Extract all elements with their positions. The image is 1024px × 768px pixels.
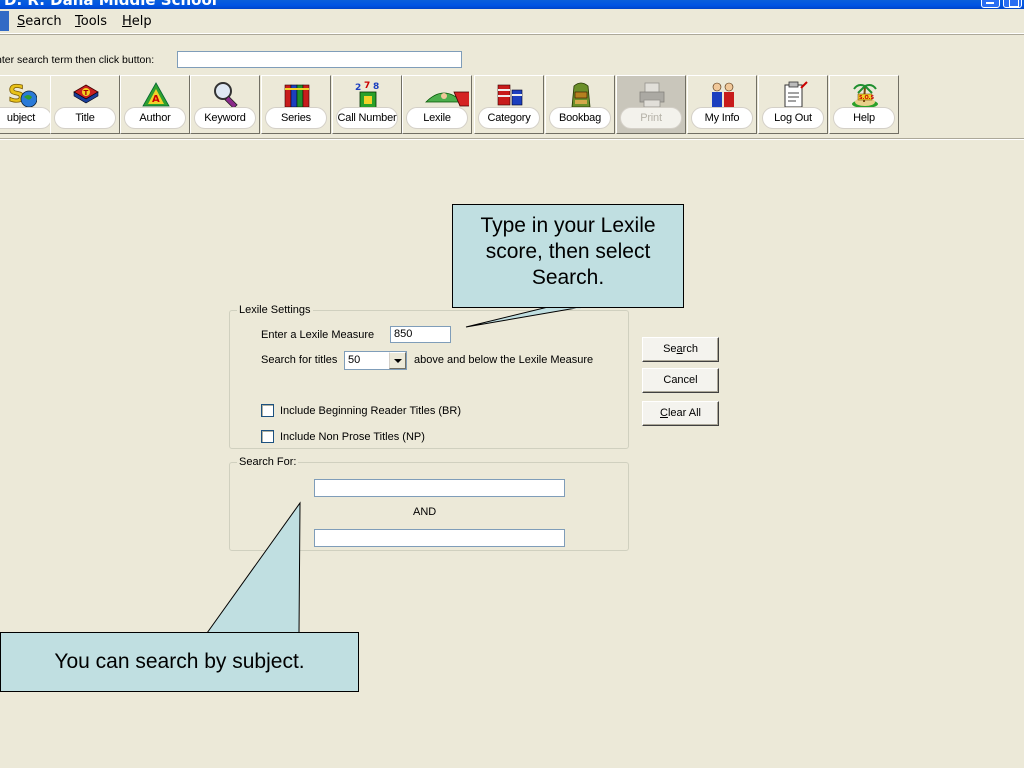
svg-text:T: T (84, 89, 89, 97)
toolbar-label: My Info (691, 107, 753, 129)
author-icon: A (142, 82, 170, 107)
toolbar-button-category[interactable]: Category (474, 75, 544, 134)
print-icon (639, 82, 665, 108)
search-term2-input[interactable] (314, 529, 565, 547)
toolbar-label: Lexile (406, 107, 468, 129)
series-icon (284, 84, 310, 108)
toolbar-button-title[interactable]: T Title (50, 75, 120, 134)
subject-icon: S (8, 80, 37, 108)
category-icon (497, 84, 523, 106)
lexile-range-value: 50 (348, 354, 361, 366)
lexile-callout: Type in your Lexile score, then select S… (452, 204, 684, 308)
lexile-icon (425, 91, 469, 107)
search-term1-input[interactable] (314, 479, 565, 497)
toolbar-label: Author (124, 107, 186, 129)
toolbar: S ubject T Title A Author Keyword Series… (0, 75, 1024, 135)
toolbar-label: Bookbag (549, 107, 611, 129)
search-term-label: nter search term then click button: (0, 54, 155, 66)
minimize-button[interactable] (981, 0, 1000, 8)
title-icon: T (73, 84, 99, 104)
range-suffix-label: above and below the Lexile Measure (414, 354, 594, 366)
and-connector-label: AND (413, 506, 437, 518)
menu-item-file-partial[interactable] (0, 11, 9, 31)
keyword-icon (214, 82, 238, 109)
toolbar-button-my-info[interactable]: My Info (687, 75, 757, 134)
toolbar-button-author[interactable]: A Author (120, 75, 190, 134)
title-bar: D. R. Dana Middle School (0, 0, 1024, 9)
search-for-legend: Search For: (237, 456, 299, 468)
menu-search[interactable]: Search (17, 14, 62, 29)
my-info-icon (712, 82, 734, 107)
include-br-label: Include Beginning Reader Titles (BR) (280, 405, 461, 417)
lexile-callout-text: Type in your Lexile score, then select S… (480, 214, 656, 289)
toolbar-label: Series (265, 107, 327, 129)
toolbar-label: Call Number (336, 107, 398, 129)
bookbag-icon (571, 82, 591, 108)
lexile-settings-legend: Lexile Settings (237, 304, 313, 316)
include-br-checkbox[interactable] (261, 404, 274, 417)
subject-callout-text: You can search by subject. (54, 650, 305, 673)
call-number-icon: 2 7 8 (355, 81, 379, 109)
help-icon: S.O.S (852, 84, 878, 108)
toolbar-label: Print (620, 107, 682, 129)
toolbar-button-print[interactable]: Print (616, 75, 686, 134)
toolbar-button-keyword[interactable]: Keyword (190, 75, 260, 134)
chevron-down-icon[interactable] (389, 352, 406, 369)
toolbar-label: Keyword (194, 107, 256, 129)
toolbar-button-subject[interactable]: S ubject (0, 75, 56, 134)
toolbar-label: Log Out (762, 107, 824, 129)
toolbar-label: Help (833, 107, 895, 129)
toolbar-label: Title (54, 107, 116, 129)
search-term-input[interactable] (177, 51, 462, 68)
menu-bar: Search Tools Help (0, 9, 1024, 34)
include-np-label: Include Non Prose Titles (NP) (280, 431, 425, 443)
lexile-settings-group: Lexile Settings Enter a Lexile Measure 8… (229, 304, 629, 449)
clear-all-button[interactable]: Clear All (642, 401, 719, 426)
svg-text:2: 2 (355, 83, 361, 93)
svg-text:8: 8 (373, 82, 379, 92)
toolbar-label: ubject (0, 107, 52, 129)
svg-text:S.O.S: S.O.S (859, 95, 875, 101)
search-for-group: Search For: AND (229, 456, 629, 551)
toolbar-label: Category (478, 107, 540, 129)
toolbar-button-log-out[interactable]: Log Out (758, 75, 828, 134)
search-button[interactable]: Search (642, 337, 719, 362)
lexile-measure-input[interactable]: 850 (390, 326, 451, 343)
window-title: D. R. Dana Middle School (4, 0, 217, 9)
lexile-measure-label: Enter a Lexile Measure (261, 329, 375, 341)
toolbar-button-lexile[interactable]: Lexile (402, 75, 472, 134)
log-out-icon (784, 81, 808, 108)
lexile-range-select[interactable]: 50 (344, 351, 407, 370)
toolbar-divider (0, 138, 1024, 140)
subject-callout: You can search by subject. (0, 632, 359, 692)
toolbar-button-call-number[interactable]: 2 7 8 Call Number (332, 75, 402, 134)
toolbar-button-help[interactable]: S.O.S Help (829, 75, 899, 134)
svg-text:7: 7 (364, 81, 370, 91)
search-titles-label: Search for titles (261, 354, 338, 366)
toolbar-button-bookbag[interactable]: Bookbag (545, 75, 615, 134)
restore-button[interactable] (1003, 0, 1022, 8)
cancel-button[interactable]: Cancel (642, 368, 719, 393)
menu-tools[interactable]: Tools (75, 14, 107, 29)
svg-text:A: A (152, 94, 160, 105)
menu-help[interactable]: Help (122, 14, 152, 29)
include-np-checkbox[interactable] (261, 430, 274, 443)
toolbar-button-series[interactable]: Series (261, 75, 331, 134)
